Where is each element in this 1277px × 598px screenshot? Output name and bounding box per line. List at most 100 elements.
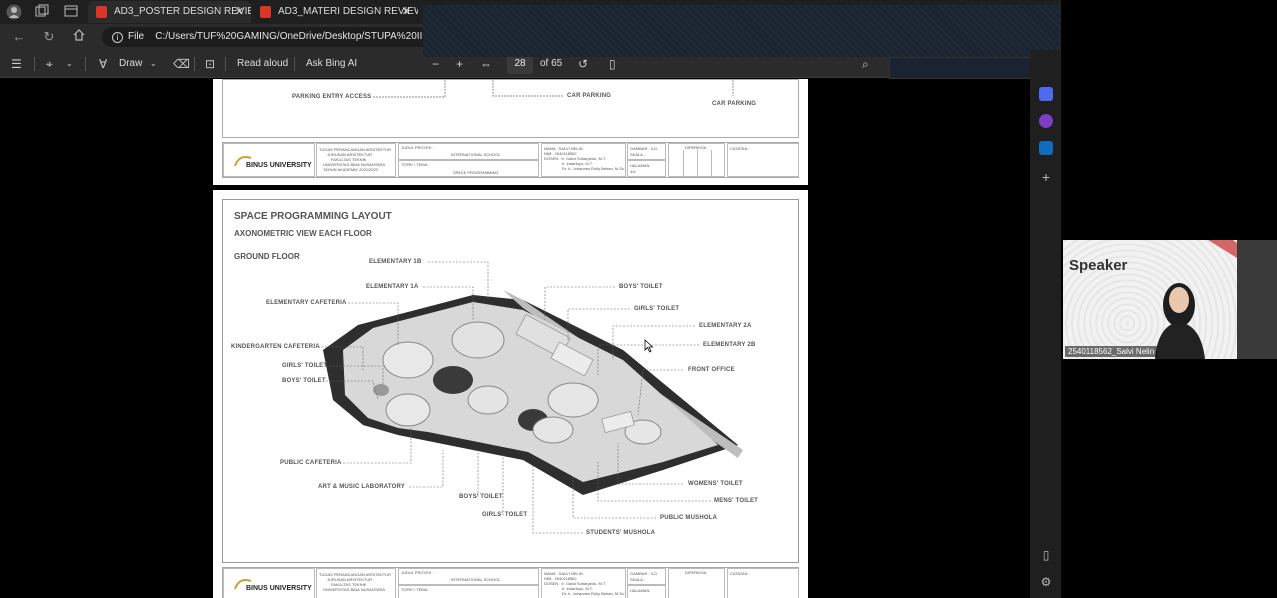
car-parking-label: CAR PARKING: [712, 101, 757, 107]
students-mushola-label: STUDENTS' MUSHOLA: [586, 530, 656, 536]
rotate-icon[interactable]: ↺: [578, 56, 588, 72]
room-round: [385, 393, 431, 427]
halaman-cell: HALAMAN 4/4: [627, 160, 666, 177]
divider: [34, 57, 35, 71]
title-block: BINUS UNIVERSITY TUGAS PERANCANGAN ARSIT…: [222, 567, 799, 598]
halaman-label: HALAMAN: [630, 163, 650, 168]
copilot-icon[interactable]: [1039, 114, 1053, 128]
settings-gear-icon[interactable]: ⚙: [1039, 575, 1053, 589]
student-cell: NAMA : SALVI NELIN NIM : 2540118562 DOSE…: [541, 568, 626, 598]
catatan-cell: CATATAN :: [727, 568, 799, 598]
topic-cell: TOPIK / TEMA : SPACE PROGRAMMING: [398, 160, 539, 177]
gambar-cell: GAMBAR : 3-D SKALA :: [627, 568, 666, 585]
room-round: [451, 321, 505, 359]
student-cell: NAMA : SALVI NELIN NIM : 2540118562 DOSE…: [541, 143, 626, 177]
page-number-input[interactable]: 28: [507, 54, 533, 74]
close-tab-icon[interactable]: ✕: [235, 1, 244, 23]
screen-share-overlay-box: [889, 57, 1045, 79]
student-line: Dr. Ir. Johannes Rolly Behan, M.Sc.: [562, 166, 626, 171]
topic-cell: TOPIK / TEMA :: [398, 585, 539, 598]
speaker-video-tile[interactable]: Speaker 2540118562_Salvi Nelin: [1063, 240, 1277, 359]
halaman-cell: HALAMAN: [627, 585, 666, 598]
add-icon[interactable]: +: [1039, 170, 1053, 184]
refresh-icon[interactable]: ↻: [40, 28, 58, 46]
outlook-icon[interactable]: [1039, 141, 1053, 155]
divider: [85, 57, 86, 71]
text-icon[interactable]: ⊡: [205, 56, 215, 72]
read-aloud-button[interactable]: Read aloud: [237, 56, 288, 72]
courtyard: [433, 366, 473, 394]
pdf-icon: [96, 6, 107, 18]
tab-poster-design-review[interactable]: AD3_POSTER DESIGN REVIEW III ✕: [88, 1, 251, 23]
participant-name: 2540118562_Salvi Nelin: [1065, 346, 1158, 357]
girls-toilet-label: GIRLS' TOILET: [634, 306, 680, 312]
divider: [225, 57, 226, 71]
course-cell: TUGAS PERANCANGAN ARSITEKTUR JURUSAN ARS…: [316, 568, 396, 598]
screen: AD3_POSTER DESIGN REVIEW III ✕ AD3_MATER…: [0, 0, 1277, 598]
student-line: Dr. Ir. Johannes Rolly Behan, M.Sc.: [562, 591, 626, 596]
video-title: Speaker: [1069, 257, 1128, 274]
tab-label: AD3_POSTER DESIGN REVIEW III: [114, 6, 251, 17]
tab-materi-design-review[interactable]: AD3_MATERI DESIGN REVIEW III ✕: [252, 1, 418, 23]
fit-page-icon[interactable]: ⇔: [480, 56, 492, 72]
halaman-label: HALAMAN: [630, 588, 650, 593]
project-cell: JUDUL PROYEK : INTERNATIONAL SCHOOL: [398, 568, 539, 585]
search-icon[interactable]: ⌕: [862, 56, 869, 72]
chevron-down-icon[interactable]: ⌄: [66, 56, 73, 72]
erase-icon[interactable]: ⌫: [173, 56, 190, 72]
divider: [194, 57, 195, 71]
home-icon[interactable]: [70, 28, 88, 46]
womens-toilet-label: WOMENS' TOILET: [688, 481, 743, 487]
elementary-1a-label: ELEMENTARY 1A: [366, 284, 419, 290]
public-mushola-label: PUBLIC MUSHOLA: [660, 515, 718, 521]
collections-icon[interactable]: [1039, 87, 1053, 101]
back-icon[interactable]: ←: [10, 28, 28, 46]
girls-toilet-label: GIRLS' TOILET: [482, 512, 528, 518]
catatan-cell: CATATAN :: [727, 143, 799, 177]
close-tab-icon[interactable]: ✕: [402, 1, 411, 23]
boys-toilet-label: BOYS' TOILET: [282, 378, 326, 384]
catatan-label: CATATAN :: [730, 146, 750, 151]
topic-label: TOPIK / TEMA :: [401, 162, 430, 167]
profile-icon[interactable]: [6, 4, 22, 20]
girls-toilet-label: GIRLS' TOILET: [282, 363, 328, 369]
gambar-label: GAMBAR : 3-D: [630, 571, 658, 576]
ask-bing-button[interactable]: Ask Bing AI: [306, 56, 357, 72]
screen-share-overlay: [423, 5, 1061, 57]
tab-actions-icon[interactable]: [63, 4, 79, 20]
course-line: TAHUN AKADEMIK 2021/2022: [323, 167, 379, 172]
diperiksa-label: DIPERIKSA: [685, 570, 707, 575]
edge-sidebar: + ▯ ⚙: [1030, 50, 1061, 598]
zoom-in-icon[interactable]: +: [456, 56, 463, 72]
draw-button[interactable]: Draw: [119, 56, 142, 72]
boys-toilet-label: BOYS' TOILET: [619, 284, 663, 290]
kindergarten-cafeteria-label: KINDERGARTEN CAFETERIA: [231, 344, 320, 350]
chevron-down-icon[interactable]: ⌄: [150, 56, 157, 72]
info-icon[interactable]: i: [112, 32, 123, 43]
catatan-label: CATATAN :: [730, 571, 750, 576]
page-total: of 65: [540, 58, 563, 69]
zoom-out-icon[interactable]: −: [432, 56, 439, 72]
topic-value: SPACE PROGRAMMING: [453, 170, 499, 175]
page-view-icon[interactable]: ▯: [609, 56, 616, 72]
pdf-icon: [260, 6, 271, 18]
sidebar-toggle-icon[interactable]: ▯: [1039, 548, 1053, 562]
draw-icon[interactable]: ∀: [99, 56, 107, 72]
skala-label: SKALA :: [630, 577, 645, 582]
divider: [294, 57, 295, 71]
project-label: JUDUL PROYEK :: [401, 570, 434, 575]
contents-icon[interactable]: ☰: [11, 56, 22, 72]
room-round: [547, 382, 599, 418]
title-block: BINUS UNIVERSITY TUGAS PERANCANGAN ARSIT…: [222, 142, 799, 178]
gambar-label: GAMBAR : 3-D: [630, 146, 658, 151]
address-input[interactable]: i File C:/Users/TUF%20GAMING/OneDrive/Des…: [102, 27, 432, 47]
university-logo-text: BINUS UNIVERSITY: [246, 162, 312, 169]
elementary-1b-label: ELEMENTARY 1B: [369, 259, 422, 265]
highlight-icon[interactable]: ⌖: [46, 56, 53, 72]
university-logo-text: BINUS UNIVERSITY: [246, 585, 312, 592]
pdf-page-current: SPACE PROGRAMMING LAYOUT AXONOMETRIC VIE…: [213, 190, 808, 598]
url-text: C:/Users/TUF%20GAMING/OneDrive/Desktop/S…: [155, 31, 432, 42]
workspaces-icon[interactable]: [34, 4, 50, 20]
project-cell: JUDUL PROYEK : INTERNATIONAL SCHOOL: [398, 143, 539, 160]
pdf-viewer[interactable]: PARKING ENTRY ACCESS CAR PARKING CAR PAR…: [0, 79, 1030, 598]
